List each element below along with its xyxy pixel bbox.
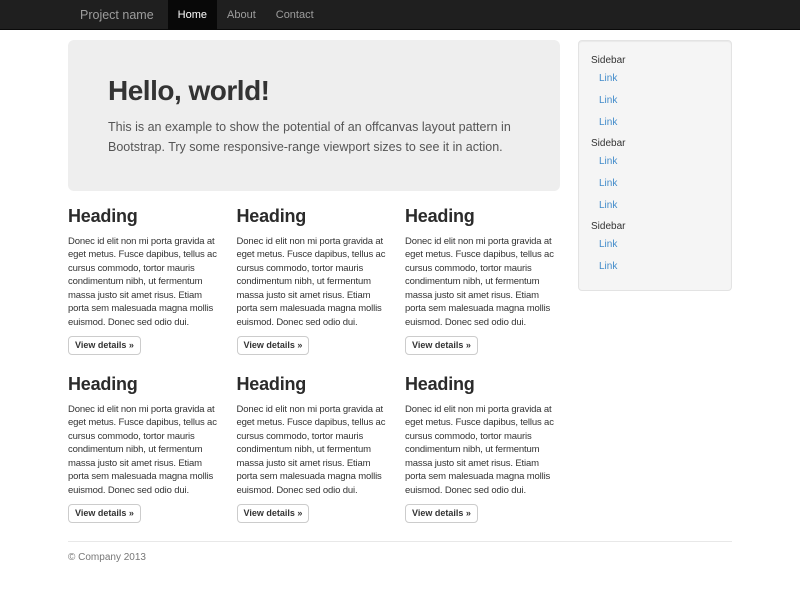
content-card: Heading Donec id elit non mi porta gravi…	[237, 191, 392, 359]
view-details-button[interactable]: View details »	[68, 504, 141, 523]
card-heading: Heading	[237, 206, 392, 227]
content-card: Heading Donec id elit non mi porta gravi…	[405, 191, 560, 359]
sidebar-group-header: Sidebar	[579, 51, 731, 68]
card-body-text: Donec id elit non mi porta gravida at eg…	[237, 403, 392, 498]
sidebar-link[interactable]: Link	[579, 256, 731, 278]
nav-link-home[interactable]: Home	[168, 0, 217, 30]
nav-item-home: Home	[168, 0, 217, 30]
sidebar-link[interactable]: Link	[579, 151, 731, 173]
jumbotron: Hello, world! This is an example to show…	[68, 40, 560, 191]
card-body-text: Donec id elit non mi porta gravida at eg…	[237, 235, 392, 330]
page-container: Hello, world! This is an example to show…	[68, 30, 732, 593]
content-column: Hello, world! This is an example to show…	[68, 40, 560, 527]
card-heading: Heading	[68, 374, 223, 395]
content-card: Heading Donec id elit non mi porta gravi…	[68, 191, 223, 359]
jumbotron-description: This is an example to show the potential…	[108, 118, 513, 157]
view-details-button[interactable]: View details »	[405, 336, 478, 355]
view-details-button[interactable]: View details »	[237, 336, 310, 355]
nav-item-about: About	[217, 0, 266, 30]
card-body-text: Donec id elit non mi porta gravida at eg…	[68, 403, 223, 498]
copyright-text: © Company 2013	[68, 552, 732, 563]
sidebar-link[interactable]: Link	[579, 90, 731, 112]
sidebar-link[interactable]: Link	[579, 234, 731, 256]
card-body-text: Donec id elit non mi porta gravida at eg…	[405, 235, 560, 330]
page-title: Hello, world!	[108, 76, 520, 106]
nav-link-contact[interactable]: Contact	[266, 0, 324, 30]
sidebar-link[interactable]: Link	[579, 173, 731, 195]
view-details-button[interactable]: View details »	[237, 504, 310, 523]
card-body-text: Donec id elit non mi porta gravida at eg…	[68, 235, 223, 330]
view-details-button[interactable]: View details »	[68, 336, 141, 355]
content-card: Heading Donec id elit non mi porta gravi…	[237, 359, 392, 527]
navbar-brand[interactable]: Project name	[68, 0, 166, 30]
content-card: Heading Donec id elit non mi porta gravi…	[68, 359, 223, 527]
card-body-text: Donec id elit non mi porta gravida at eg…	[405, 403, 560, 498]
card-heading: Heading	[237, 374, 392, 395]
sidebar-group-header: Sidebar	[579, 217, 731, 234]
sidebar-link[interactable]: Link	[579, 68, 731, 90]
cards-grid: Heading Donec id elit non mi porta gravi…	[68, 191, 560, 527]
sidebar-nav-panel: Sidebar Link Link Link Sidebar Link Link…	[578, 40, 732, 291]
sidebar-link[interactable]: Link	[579, 195, 731, 217]
navbar-menu: Home About Contact	[168, 0, 324, 30]
view-details-button[interactable]: View details »	[405, 504, 478, 523]
navbar: Project name Home About Contact	[0, 0, 800, 30]
nav-item-contact: Contact	[266, 0, 324, 30]
page-footer: © Company 2013	[68, 541, 732, 593]
card-heading: Heading	[405, 374, 560, 395]
card-heading: Heading	[68, 206, 223, 227]
sidebar-group-header: Sidebar	[579, 134, 731, 151]
nav-link-about[interactable]: About	[217, 0, 266, 30]
sidebar-link[interactable]: Link	[579, 112, 731, 134]
content-card: Heading Donec id elit non mi porta gravi…	[405, 359, 560, 527]
sidebar-column: Sidebar Link Link Link Sidebar Link Link…	[578, 40, 732, 527]
card-heading: Heading	[405, 206, 560, 227]
